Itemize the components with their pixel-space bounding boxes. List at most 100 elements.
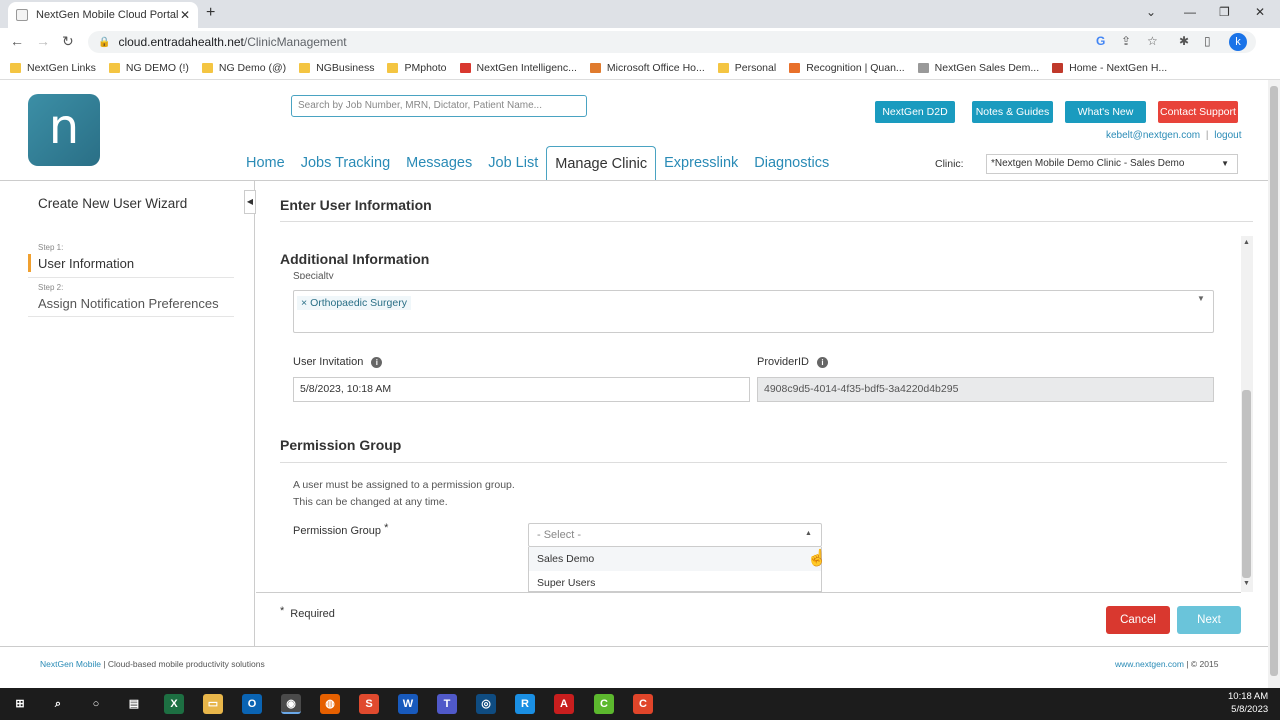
bookmark-item[interactable]: NG Demo (@) bbox=[201, 62, 286, 74]
option-super-users[interactable]: Super Users bbox=[529, 571, 821, 591]
permission-description-2: This can be changed at any time. bbox=[293, 496, 448, 508]
back-icon[interactable]: ← bbox=[10, 33, 24, 49]
option-sales-demo[interactable]: Sales Demo bbox=[529, 547, 821, 571]
snagit-icon[interactable]: S bbox=[359, 694, 379, 714]
logout-link[interactable]: logout bbox=[1214, 130, 1241, 141]
notes-guides-button[interactable]: Notes & Guides bbox=[972, 101, 1053, 123]
info-icon[interactable]: i bbox=[371, 357, 383, 368]
ringcentral-icon[interactable]: R bbox=[515, 694, 535, 714]
forward-icon[interactable]: → bbox=[36, 33, 50, 49]
permission-group-label: Permission Group * bbox=[293, 522, 388, 537]
bookmark-item[interactable]: NGBusiness bbox=[299, 62, 374, 74]
search-icon[interactable]: ⌕ bbox=[48, 694, 68, 714]
outlook-icon[interactable]: O bbox=[242, 694, 262, 714]
page-scrollbar-thumb[interactable] bbox=[1270, 86, 1278, 676]
reload-icon[interactable]: ↻ bbox=[62, 33, 74, 50]
scroll-up-icon[interactable]: ▲ bbox=[1243, 239, 1250, 246]
teams-icon[interactable]: T bbox=[437, 694, 457, 714]
footer-copyright: | © 2015 bbox=[1183, 659, 1219, 669]
specialty-multiselect[interactable] bbox=[293, 290, 1214, 333]
bookmark-icon bbox=[589, 62, 601, 73]
permission-group-title: Permission Group bbox=[280, 437, 402, 453]
chrome-icon[interactable]: ◉ bbox=[281, 694, 301, 714]
step-2-label: Step 2: bbox=[38, 283, 64, 292]
nextgen-logo[interactable]: n bbox=[28, 94, 100, 166]
scroll-down-icon[interactable]: ▼ bbox=[1243, 580, 1250, 587]
tab-search-icon[interactable]: ⌄ bbox=[1146, 5, 1156, 19]
restore-icon[interactable]: ❐ bbox=[1219, 5, 1230, 19]
content-scrollbar-thumb[interactable] bbox=[1242, 390, 1251, 578]
cortana-icon[interactable]: ○ bbox=[86, 694, 106, 714]
nav-expresslink[interactable]: Expresslink bbox=[656, 146, 746, 180]
bookmark-icon bbox=[108, 62, 120, 73]
bookmark-item[interactable]: Microsoft Office Ho... bbox=[589, 62, 705, 74]
bookmark-item[interactable]: NextGen Links bbox=[10, 62, 96, 74]
extensions-icon[interactable]: ✱ bbox=[1179, 34, 1189, 48]
url-field[interactable]: 🔒 cloud.entradahealth.net/ClinicManageme… bbox=[88, 31, 1256, 53]
bookmark-item[interactable]: Recognition | Quan... bbox=[789, 62, 905, 74]
camtasia-recorder-icon[interactable]: C bbox=[633, 694, 653, 714]
chevron-down-icon[interactable]: ▼ bbox=[1197, 294, 1205, 303]
tag-remove-icon[interactable]: × bbox=[301, 297, 310, 309]
user-email-link[interactable]: kebelt@nextgen.com bbox=[1106, 130, 1200, 141]
tab-favicon-icon bbox=[16, 9, 28, 21]
permission-group-select[interactable]: - Select - bbox=[528, 523, 822, 547]
cancel-button[interactable]: Cancel bbox=[1106, 606, 1170, 634]
bookmark-item[interactable]: Personal bbox=[717, 62, 776, 74]
bookmark-label: NextGen Intelligenc... bbox=[476, 61, 577, 74]
windows-start-icon[interactable]: ⊞ bbox=[10, 694, 30, 714]
taskbar-clock[interactable]: 10:18 AM 5/8/2023 bbox=[1228, 690, 1268, 716]
nav-job-list[interactable]: Job List bbox=[480, 146, 546, 180]
word-icon[interactable]: W bbox=[398, 694, 418, 714]
provider-id-label: ProviderID i bbox=[757, 356, 828, 368]
user-invitation-field[interactable]: 5/8/2023, 10:18 AM bbox=[293, 377, 750, 402]
nextgen-d2d-button[interactable]: NextGen D2D bbox=[875, 101, 955, 123]
google-icon[interactable]: G bbox=[1096, 34, 1105, 48]
permission-group-label-text: Permission Group bbox=[293, 525, 382, 537]
window-close-icon[interactable]: ✕ bbox=[1255, 5, 1265, 19]
step-1-name[interactable]: User Information bbox=[38, 256, 134, 271]
next-button[interactable]: Next bbox=[1177, 606, 1241, 634]
browser-tab[interactable]: NextGen Mobile Cloud Portal ✕ bbox=[8, 2, 198, 28]
bookmark-item[interactable]: Home - NextGen H... bbox=[1052, 62, 1167, 74]
camtasia-icon[interactable]: C bbox=[594, 694, 614, 714]
share-icon[interactable]: ⇪ bbox=[1121, 34, 1131, 48]
info-icon[interactable]: i bbox=[816, 357, 828, 368]
footer-brand-link[interactable]: NextGen Mobile bbox=[40, 659, 101, 669]
chevron-up-icon: ▲ bbox=[805, 530, 812, 537]
firefox-icon[interactable]: ◍ bbox=[320, 694, 340, 714]
step-divider bbox=[28, 277, 234, 278]
collapse-sidebar-icon[interactable]: ◀ bbox=[244, 190, 256, 214]
bookmark-star-icon[interactable]: ☆ bbox=[1147, 34, 1158, 48]
search-input[interactable]: Search by Job Number, MRN, Dictator, Pat… bbox=[291, 95, 587, 117]
excel-icon[interactable]: X bbox=[164, 694, 184, 714]
minimize-icon[interactable]: — bbox=[1184, 5, 1196, 19]
bookmark-item[interactable]: PMphoto bbox=[387, 62, 447, 74]
webex-icon[interactable]: ◎ bbox=[476, 694, 496, 714]
tab-close-icon[interactable]: ✕ bbox=[180, 8, 190, 22]
step-2-name[interactable]: Assign Notification Preferences bbox=[38, 296, 219, 311]
profile-avatar[interactable]: k bbox=[1229, 33, 1247, 51]
nav-manage-clinic[interactable]: Manage Clinic bbox=[546, 146, 657, 181]
new-tab-icon[interactable]: + bbox=[206, 4, 215, 22]
nav-messages[interactable]: Messages bbox=[398, 146, 480, 180]
clinic-select[interactable]: *Nextgen Mobile Demo Clinic - Sales Demo… bbox=[986, 154, 1238, 174]
bookmark-icon bbox=[387, 62, 399, 73]
file-explorer-icon[interactable]: ▭ bbox=[203, 694, 223, 714]
bookmark-label: Home - NextGen H... bbox=[1069, 61, 1168, 74]
bookmark-label: NextGen Links bbox=[27, 61, 96, 74]
nav-jobs-tracking[interactable]: Jobs Tracking bbox=[293, 146, 398, 180]
task-view-icon[interactable]: ▤ bbox=[124, 694, 144, 714]
whats-new-button[interactable]: What's New bbox=[1065, 101, 1146, 123]
footer-site-link[interactable]: www.nextgen.com bbox=[1115, 659, 1184, 669]
bookmark-item[interactable]: NextGen Sales Dem... bbox=[917, 62, 1039, 74]
specialty-tag[interactable]: × Orthopaedic Surgery bbox=[297, 296, 411, 310]
bookmark-icon bbox=[1052, 62, 1064, 73]
contact-support-button[interactable]: Contact Support bbox=[1158, 101, 1238, 123]
bookmark-item[interactable]: NG DEMO (!) bbox=[108, 62, 189, 74]
nav-home[interactable]: Home bbox=[238, 146, 293, 180]
side-panel-icon[interactable]: ▯ bbox=[1204, 34, 1211, 48]
nav-diagnostics[interactable]: Diagnostics bbox=[746, 146, 837, 180]
acrobat-icon[interactable]: A bbox=[554, 694, 574, 714]
bookmark-item[interactable]: NextGen Intelligenc... bbox=[459, 61, 577, 74]
